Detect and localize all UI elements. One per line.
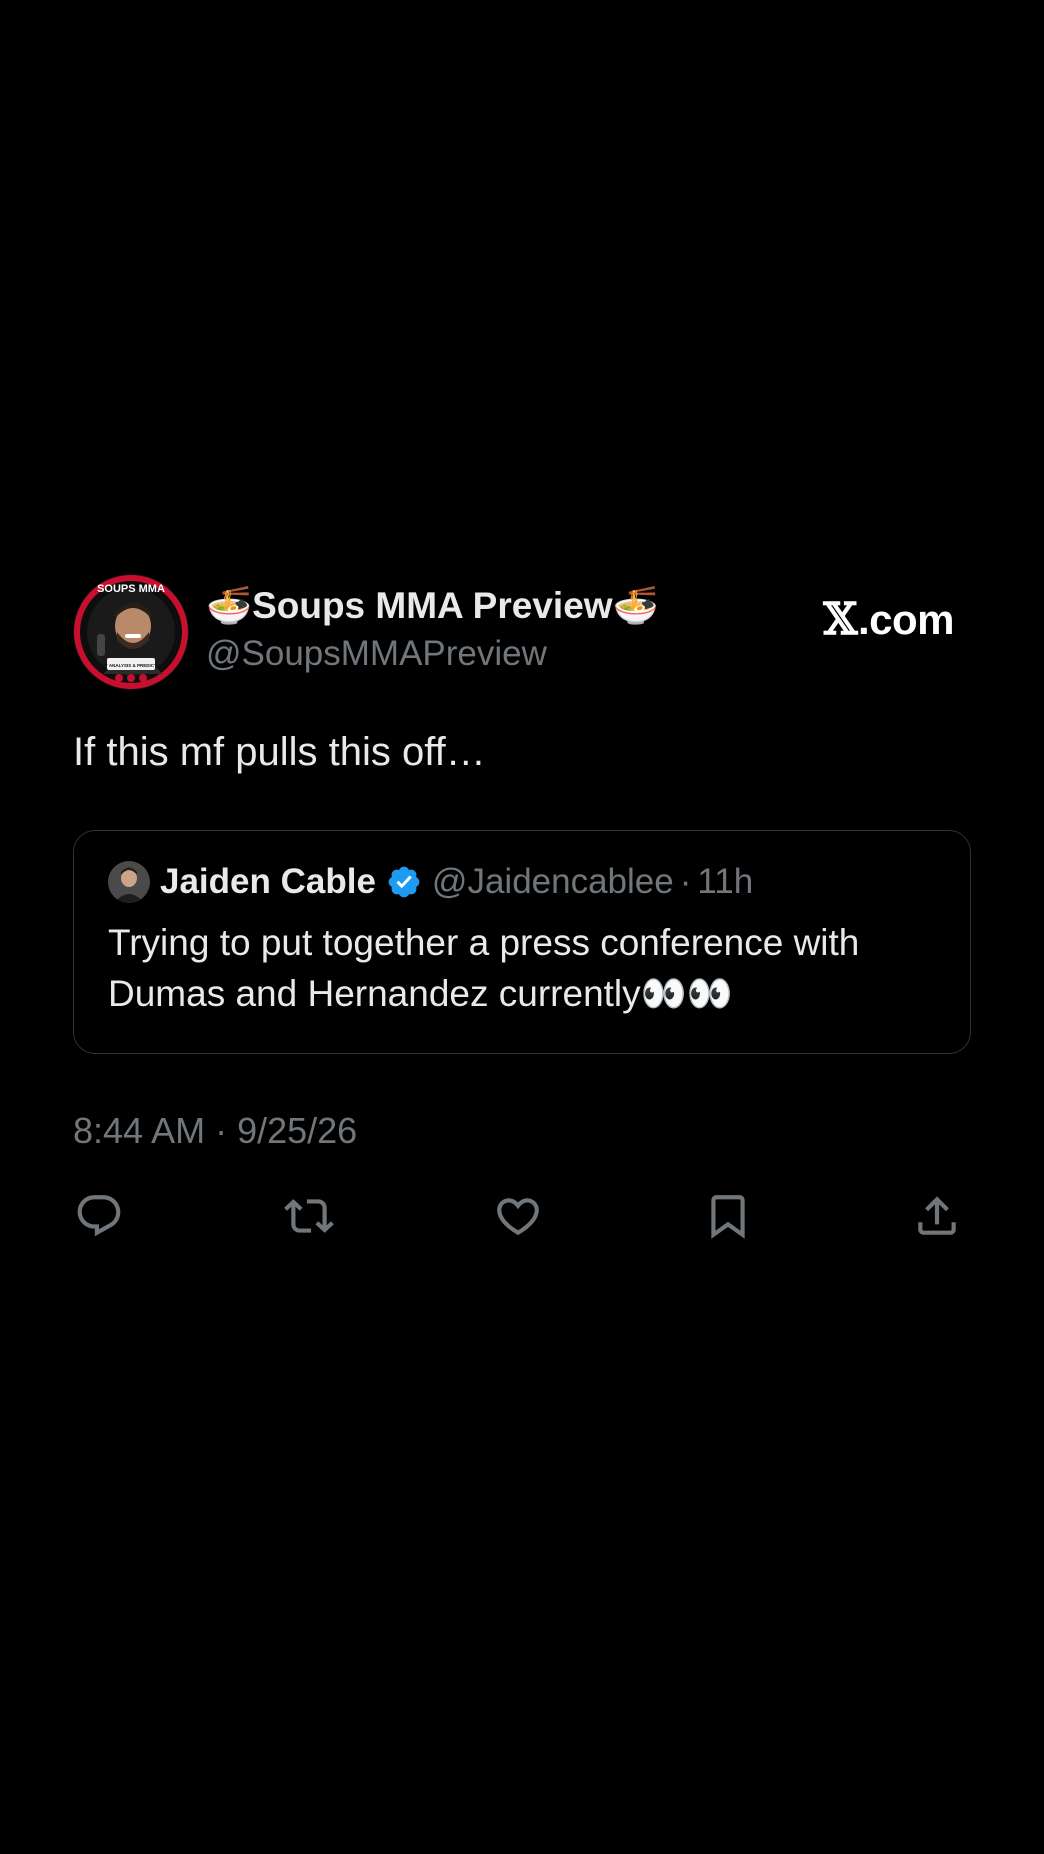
quoted-tweet-header: Jaiden Cable @Jaidencablee · 11h — [108, 861, 936, 903]
quoted-author-name[interactable]: Jaiden Cable — [160, 862, 376, 902]
tweet-card: SOUPS MMA FIGHT ANALYSIS & PREDICTIONS 🍜… — [73, 570, 971, 1242]
share-icon — [918, 1196, 956, 1235]
tweet-header: SOUPS MMA FIGHT ANALYSIS & PREDICTIONS 🍜… — [73, 570, 971, 690]
share-button[interactable] — [911, 1190, 963, 1242]
bookmark-icon — [710, 1195, 745, 1239]
like-button[interactable] — [492, 1190, 544, 1242]
verified-badge-icon — [386, 864, 422, 900]
avatar-logo-text: SOUPS MMA — [97, 583, 165, 595]
tweet-actions — [73, 1190, 971, 1242]
quoted-tweet-text: Trying to put together a press conferenc… — [108, 922, 860, 1014]
brand-suffix: .com — [857, 595, 955, 643]
repost-icon — [283, 1199, 334, 1233]
tweet-timestamp[interactable]: 8:44 AM · 9/25/26 — [73, 1110, 971, 1152]
quoted-tweet[interactable]: Jaiden Cable @Jaidencablee · 11h Trying … — [73, 830, 971, 1054]
bookmark-button[interactable] — [702, 1190, 754, 1242]
author-display-name[interactable]: 🍜Soups MMA Preview🍜 — [206, 584, 659, 628]
x-com-logo: 𝕏 .com — [823, 594, 954, 645]
author-handle[interactable]: @SoupsMMAPreview — [206, 632, 659, 676]
quoted-separator: · — [679, 862, 692, 901]
like-icon — [497, 1198, 539, 1236]
reply-icon — [77, 1195, 121, 1237]
avatar-subtext: FIGHT ANALYSIS & PREDICTIONS — [94, 663, 167, 668]
quoted-author-avatar[interactable] — [108, 861, 150, 903]
tweet-text: If this mf pulls this off… — [73, 730, 486, 774]
author-names: 🍜Soups MMA Preview🍜 @SoupsMMAPreview — [206, 584, 659, 676]
quoted-time[interactable]: 11h — [697, 862, 753, 902]
reply-button[interactable] — [73, 1190, 125, 1242]
quoted-author-handle[interactable]: @Jaidencablee — [432, 862, 674, 902]
x-logo-icon: 𝕏 — [823, 594, 857, 645]
repost-button[interactable] — [283, 1190, 335, 1242]
author-avatar[interactable]: SOUPS MMA FIGHT ANALYSIS & PREDICTIONS — [73, 574, 189, 690]
